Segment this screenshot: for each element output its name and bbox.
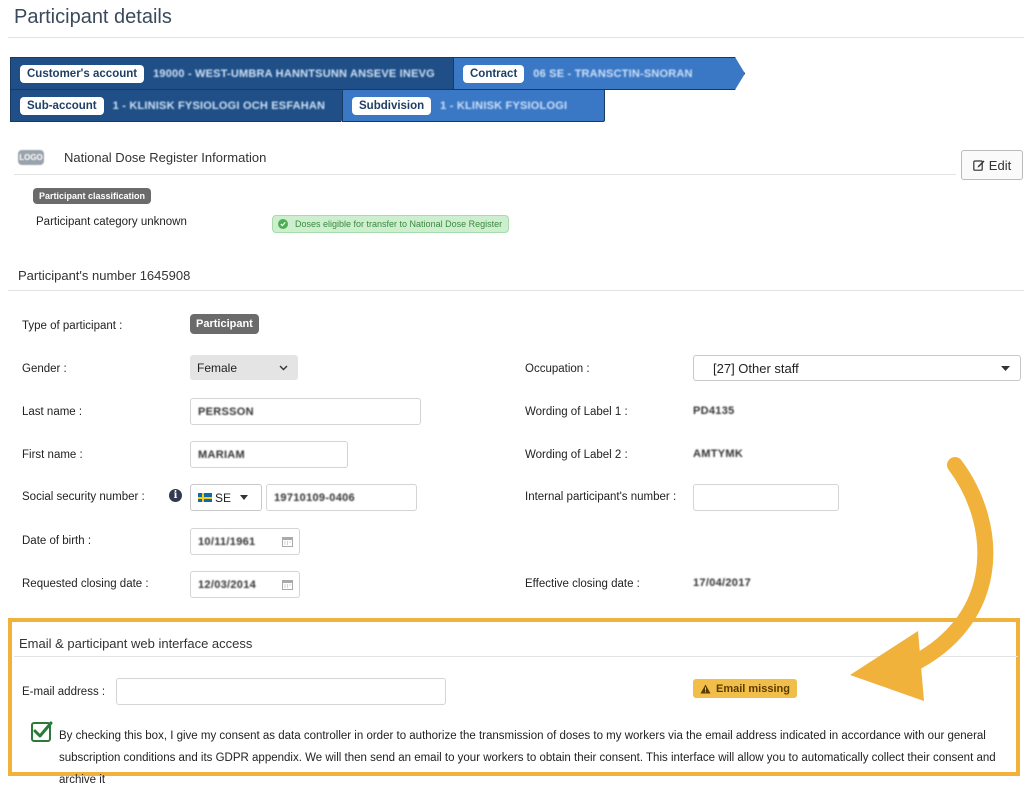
breadcrumb-label: Contract [463, 65, 524, 83]
participant-category-text: Participant category unknown [36, 216, 187, 228]
requested-closing-label: Requested closing date : [22, 578, 149, 590]
email-input[interactable] [116, 678, 446, 705]
label2-value: AMTYMK [693, 448, 744, 460]
ndr-logo-icon: LOGO [18, 150, 44, 165]
title-divider [8, 37, 1024, 38]
last-name-label: Last name : [22, 406, 83, 418]
caret-down-icon [1001, 365, 1010, 371]
breadcrumb-customer-account[interactable]: Customer's account 19000 - WEST-UMBRA HA… [10, 57, 464, 90]
caret-down-icon [240, 495, 249, 500]
first-name-input[interactable]: MARIAM [190, 441, 348, 468]
consent-checkbox[interactable] [31, 721, 53, 742]
edit-button[interactable]: Edit [961, 150, 1023, 180]
calendar-icon [282, 537, 293, 547]
warning-icon [700, 684, 711, 693]
classification-badge: Participant classification [33, 188, 152, 204]
first-name-label: First name : [22, 449, 83, 461]
page-title: Participant details [14, 6, 172, 28]
internal-number-label: Internal participant's number : [525, 491, 677, 503]
breadcrumb-value: 1 - KLINISK FYSIOLOGI OCH ESFAHAN [112, 99, 326, 112]
breadcrumb-value: 06 SE - TRANSCTIN-SNORAN [533, 67, 693, 80]
requested-closing-value: 12/03/2014 [198, 578, 257, 591]
check-circle-icon [278, 219, 288, 229]
consent-text: By checking this box, I give my consent … [59, 730, 996, 786]
effective-closing-value: 17/04/2017 [693, 577, 752, 589]
breadcrumb-value: 19000 - WEST-UMBRA HANNTSUNN ANSEVE INEV… [153, 67, 435, 80]
breadcrumb-label: Sub-account [20, 97, 104, 115]
breadcrumb-label: Customer's account [20, 65, 144, 83]
last-name-input[interactable]: PERSSON [190, 398, 421, 425]
gender-value: Female [197, 360, 238, 375]
email-missing-text: Email missing [716, 682, 790, 695]
dob-label: Date of birth : [22, 535, 92, 547]
occupation-select[interactable]: [27] Other staff [693, 355, 1021, 381]
email-missing-badge: Email missing [693, 679, 797, 698]
ssn-country-value: SE [215, 490, 232, 505]
email-label: E-mail address : [22, 686, 106, 698]
gender-label: Gender : [22, 363, 67, 375]
dob-input[interactable]: 10/11/1961 [190, 528, 300, 555]
eligible-status-badge: Doses eligible for transfer to National … [272, 215, 510, 233]
checkmark-icon [33, 721, 53, 738]
breadcrumb-label: Subdivision [352, 96, 432, 115]
label1-value: PD4135 [693, 405, 735, 417]
info-icon[interactable]: i [169, 489, 182, 502]
type-label: Type of participant : [22, 320, 123, 332]
ssn-input[interactable]: 19710109-0406 [266, 484, 417, 511]
calendar-icon [282, 580, 293, 590]
occupation-label: Occupation : [525, 363, 590, 375]
internal-number-input[interactable] [693, 484, 839, 511]
ssn-value: 19710109-0406 [274, 491, 355, 504]
participant-divider [8, 290, 1024, 291]
participant-type-badge: Participant [190, 314, 259, 334]
breadcrumb-sub-account[interactable]: Sub-account 1 - KLINISK FYSIOLOGI OCH ES… [10, 89, 351, 122]
gender-select[interactable]: Female [190, 355, 298, 380]
ndr-divider [14, 174, 956, 175]
first-name-value: MARIAM [198, 448, 246, 461]
last-name-value: PERSSON [198, 405, 254, 418]
chevron-down-icon [279, 365, 288, 370]
breadcrumb-subdivision[interactable]: Subdivision 1 - KLINISK FYSIOLOGI [342, 89, 605, 122]
label2-label: Wording of Label 2 : [525, 449, 628, 461]
label1-label: Wording of Label 1 : [525, 406, 628, 418]
edit-icon [972, 160, 985, 171]
ssn-country-select[interactable]: SE [190, 484, 262, 511]
ndr-section-title: National Dose Register Information [64, 150, 267, 165]
email-section-title: Email & participant web interface access [19, 636, 253, 651]
occupation-value: [27] Other staff [713, 360, 799, 376]
sweden-flag-icon [198, 493, 212, 502]
requested-closing-input[interactable]: 12/03/2014 [190, 571, 300, 598]
eligible-status-text: Doses eligible for transfer to National … [295, 219, 503, 229]
breadcrumb-value: 1 - KLINISK FYSIOLOGI [440, 99, 568, 112]
dob-value: 10/11/1961 [198, 535, 256, 548]
breadcrumb-contract[interactable]: Contract 06 SE - TRANSCTIN-SNORAN [453, 57, 745, 90]
annotation-arrow-icon [850, 457, 994, 701]
participant-number-title: Participant's number 1645908 [18, 268, 191, 283]
effective-closing-label: Effective closing date : [525, 578, 640, 590]
ssn-label: Social security number : [22, 491, 145, 503]
edit-button-label: Edit [988, 157, 1012, 173]
